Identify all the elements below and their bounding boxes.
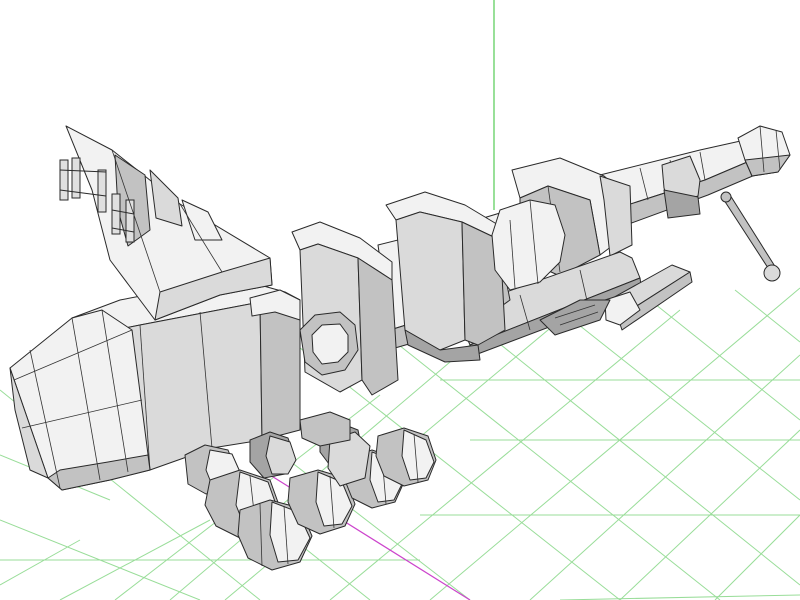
wheel (249, 431, 297, 479)
barrel-collar (661, 155, 701, 219)
fin-bracket (59, 125, 273, 321)
rear-cone (9, 309, 151, 491)
wireframe-mesh-icon[interactable] (9, 125, 791, 571)
viewport-scene (0, 0, 800, 600)
rod (720, 191, 781, 282)
3d-viewport[interactable] (0, 0, 800, 600)
clamp-ring-mid (385, 191, 566, 363)
